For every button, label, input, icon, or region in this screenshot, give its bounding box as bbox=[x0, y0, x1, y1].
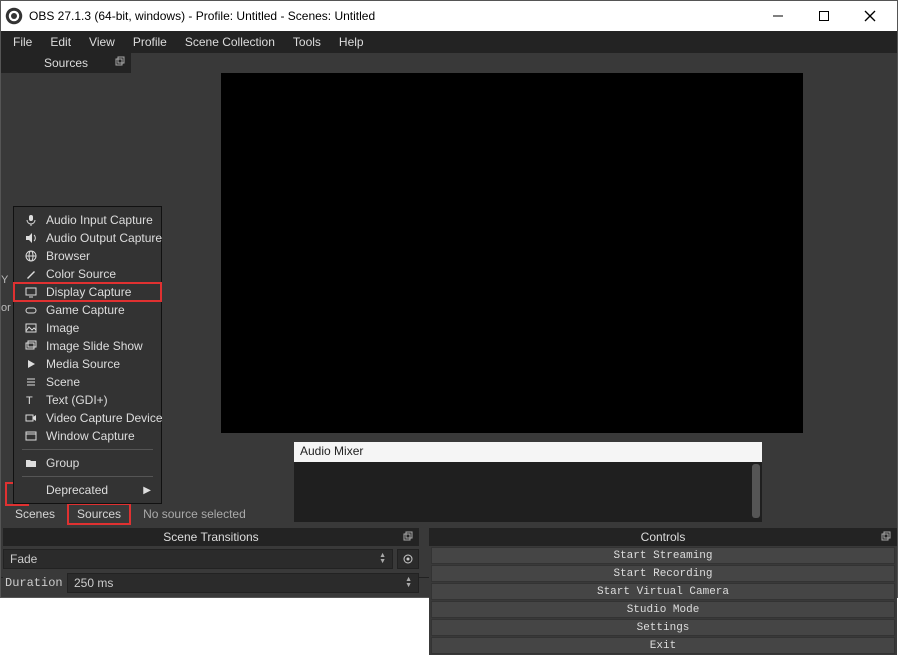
window-icon bbox=[24, 429, 38, 443]
globe-icon bbox=[24, 249, 38, 263]
maximize-button[interactable] bbox=[801, 1, 847, 31]
controls-title: Controls bbox=[429, 528, 897, 546]
image-icon bbox=[24, 321, 38, 335]
minimize-button[interactable] bbox=[755, 1, 801, 31]
titlebar: OBS 27.1.3 (64-bit, windows) - Profile: … bbox=[1, 1, 897, 31]
chevron-right-icon: ▶ bbox=[143, 485, 151, 496]
menu-video-capture-device[interactable]: Video Capture Device bbox=[14, 409, 161, 427]
start-recording-button[interactable]: Start Recording bbox=[431, 565, 895, 582]
gear-icon bbox=[402, 553, 414, 565]
menu-image-slide-show[interactable]: Image Slide Show bbox=[14, 337, 161, 355]
popout-icon[interactable] bbox=[115, 56, 125, 66]
settings-button[interactable]: Settings bbox=[431, 619, 895, 636]
sources-panel-header: Sources bbox=[1, 53, 131, 73]
tab-scenes[interactable]: Scenes bbox=[7, 505, 63, 523]
start-virtual-camera-button[interactable]: Start Virtual Camera bbox=[431, 583, 895, 600]
menu-display-capture[interactable]: Display Capture bbox=[14, 283, 161, 301]
spinner-icon[interactable]: ▲▼ bbox=[405, 577, 412, 589]
menu-deprecated[interactable]: Deprecated ▶ bbox=[14, 481, 161, 499]
audio-mixer-title[interactable]: Audio Mixer bbox=[294, 442, 762, 462]
menu-view[interactable]: View bbox=[81, 33, 123, 51]
close-button[interactable] bbox=[847, 1, 893, 31]
camera-icon bbox=[24, 411, 38, 425]
menubar: File Edit View Profile Scene Collection … bbox=[1, 31, 897, 53]
menu-browser[interactable]: Browser bbox=[14, 247, 161, 265]
duration-input[interactable]: 250 ms ▲▼ bbox=[67, 573, 419, 593]
popout-icon[interactable] bbox=[881, 531, 891, 541]
brush-icon bbox=[24, 267, 38, 281]
controls-panel: Controls Start Streaming Start Recording… bbox=[429, 528, 897, 655]
list-icon bbox=[24, 375, 38, 389]
menu-edit[interactable]: Edit bbox=[42, 33, 79, 51]
window-title: OBS 27.1.3 (64-bit, windows) - Profile: … bbox=[29, 9, 755, 23]
menu-audio-output-capture[interactable]: Audio Output Capture bbox=[14, 229, 161, 247]
text-icon: T bbox=[24, 393, 38, 407]
tab-sources[interactable]: Sources bbox=[69, 505, 129, 523]
svg-text:T: T bbox=[26, 395, 33, 406]
scene-transitions-panel: Scene Transitions Fade ▲▼ Duration 250 m… bbox=[3, 528, 419, 594]
slideshow-icon bbox=[24, 339, 38, 353]
menu-media-source[interactable]: Media Source bbox=[14, 355, 161, 373]
speaker-icon bbox=[24, 231, 38, 245]
menu-scene-collection[interactable]: Scene Collection bbox=[177, 33, 283, 51]
monitor-icon bbox=[24, 285, 38, 299]
truncated-text: Y or bbox=[1, 273, 11, 315]
folder-icon bbox=[24, 456, 38, 470]
menu-group[interactable]: Group bbox=[14, 454, 161, 472]
studio-mode-button[interactable]: Studio Mode bbox=[431, 601, 895, 618]
main-area: Y or Audio Input Capture Audio Output Ca… bbox=[1, 73, 897, 577]
menu-color-source[interactable]: Color Source bbox=[14, 265, 161, 283]
gamepad-icon bbox=[24, 303, 38, 317]
menu-audio-input-capture[interactable]: Audio Input Capture bbox=[14, 211, 161, 229]
menu-text-gdi[interactable]: T Text (GDI+) bbox=[14, 391, 161, 409]
audio-mixer-scrollbar[interactable] bbox=[752, 464, 760, 518]
audio-mixer-panel: Audio Mixer bbox=[294, 442, 762, 522]
sources-panel-title: Sources bbox=[44, 56, 88, 70]
menu-window-capture[interactable]: Window Capture bbox=[14, 427, 161, 445]
add-source-menu: Audio Input Capture Audio Output Capture… bbox=[13, 206, 162, 504]
no-source-label: No source selected bbox=[143, 507, 246, 521]
preview-canvas[interactable] bbox=[221, 73, 803, 433]
app-window: OBS 27.1.3 (64-bit, windows) - Profile: … bbox=[0, 0, 898, 598]
menu-image[interactable]: Image bbox=[14, 319, 161, 337]
transition-settings-button[interactable] bbox=[397, 549, 419, 569]
spinner-icon[interactable]: ▲▼ bbox=[379, 553, 386, 565]
menu-file[interactable]: File bbox=[5, 33, 40, 51]
app-icon bbox=[5, 7, 23, 25]
start-streaming-button[interactable]: Start Streaming bbox=[431, 547, 895, 564]
scene-transitions-title: Scene Transitions bbox=[3, 528, 419, 546]
menu-help[interactable]: Help bbox=[331, 33, 372, 51]
menu-scene[interactable]: Scene bbox=[14, 373, 161, 391]
menu-profile[interactable]: Profile bbox=[125, 33, 175, 51]
play-icon bbox=[24, 357, 38, 371]
transition-select[interactable]: Fade ▲▼ bbox=[3, 549, 393, 569]
mic-icon bbox=[24, 213, 38, 227]
panel-tabs: Scenes Sources No source selected bbox=[7, 505, 246, 523]
duration-label: Duration bbox=[3, 576, 67, 590]
menu-tools[interactable]: Tools bbox=[285, 33, 329, 51]
menu-game-capture[interactable]: Game Capture bbox=[14, 301, 161, 319]
exit-button[interactable]: Exit bbox=[431, 637, 895, 654]
popout-icon[interactable] bbox=[403, 531, 413, 541]
